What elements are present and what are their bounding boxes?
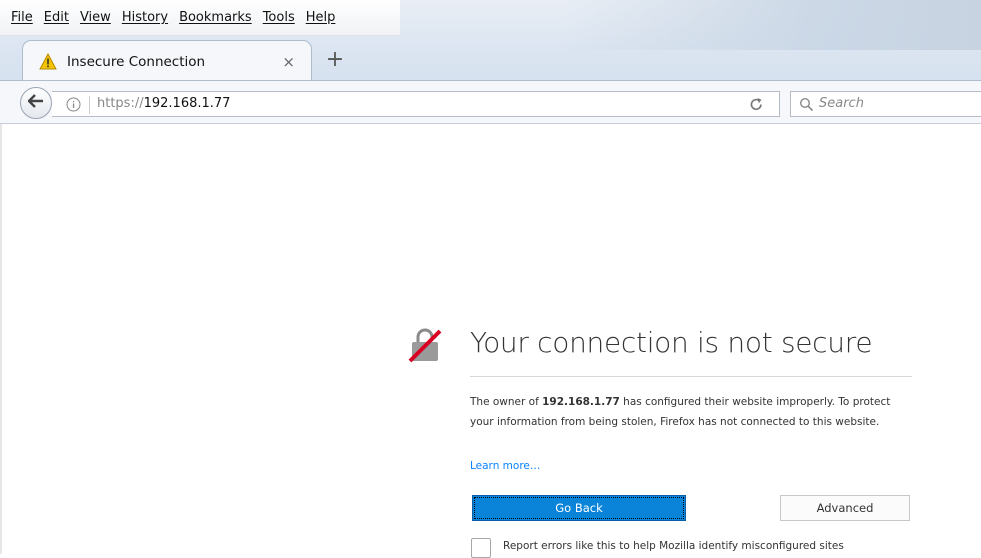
warning-icon — [39, 53, 57, 70]
menu-bookmarks[interactable]: Bookmarks — [174, 1, 257, 35]
window-left-edge — [0, 124, 2, 554]
navigation-bar: https://192.168.1.77 Search — [0, 80, 981, 124]
menubar: File Edit View History Bookmarks Tools H… — [0, 0, 400, 36]
report-errors-checkbox[interactable] — [471, 538, 491, 558]
url-text[interactable]: https://192.168.1.77 — [97, 96, 230, 111]
desc-before: The owner of — [470, 396, 543, 408]
advanced-button[interactable]: Advanced — [780, 495, 910, 521]
url-separator — [89, 96, 90, 114]
menu-file[interactable]: File — [6, 1, 38, 35]
learn-more-link[interactable]: Learn more… — [470, 460, 540, 472]
menu-history[interactable]: History — [117, 1, 173, 35]
reload-icon[interactable] — [748, 96, 765, 113]
go-back-button[interactable]: Go Back — [472, 495, 686, 521]
page-content: Your connection is not secure The owner … — [0, 124, 981, 558]
url-bar[interactable]: https://192.168.1.77 — [52, 91, 780, 117]
url-host: 192.168.1.77 — [143, 96, 231, 111]
search-icon — [799, 97, 814, 112]
tab-strip: Insecure Connection × + — [0, 36, 981, 82]
back-button[interactable] — [20, 87, 52, 119]
menu-help[interactable]: Help — [301, 1, 341, 35]
menu-tools[interactable]: Tools — [258, 1, 300, 35]
close-icon[interactable]: × — [282, 53, 295, 71]
title-divider — [470, 376, 912, 377]
tab-title: Insecure Connection — [67, 53, 206, 70]
info-icon[interactable] — [66, 97, 81, 112]
search-input[interactable]: Search — [790, 91, 981, 117]
menu-view[interactable]: View — [75, 1, 116, 35]
broken-lock-icon — [407, 327, 443, 363]
error-title: Your connection is not secure — [470, 326, 873, 359]
back-arrow-icon — [27, 93, 45, 113]
tab-insecure-connection[interactable]: Insecure Connection × — [22, 40, 312, 82]
error-description: The owner of 192.168.1.77 has configured… — [470, 392, 910, 432]
menu-edit[interactable]: Edit — [39, 1, 74, 35]
report-errors-label: Report errors like this to help Mozilla … — [503, 540, 844, 552]
desc-host: 192.168.1.77 — [542, 396, 620, 408]
new-tab-button[interactable]: + — [322, 48, 348, 74]
url-prefix: https:// — [97, 96, 144, 111]
search-placeholder: Search — [819, 96, 864, 111]
